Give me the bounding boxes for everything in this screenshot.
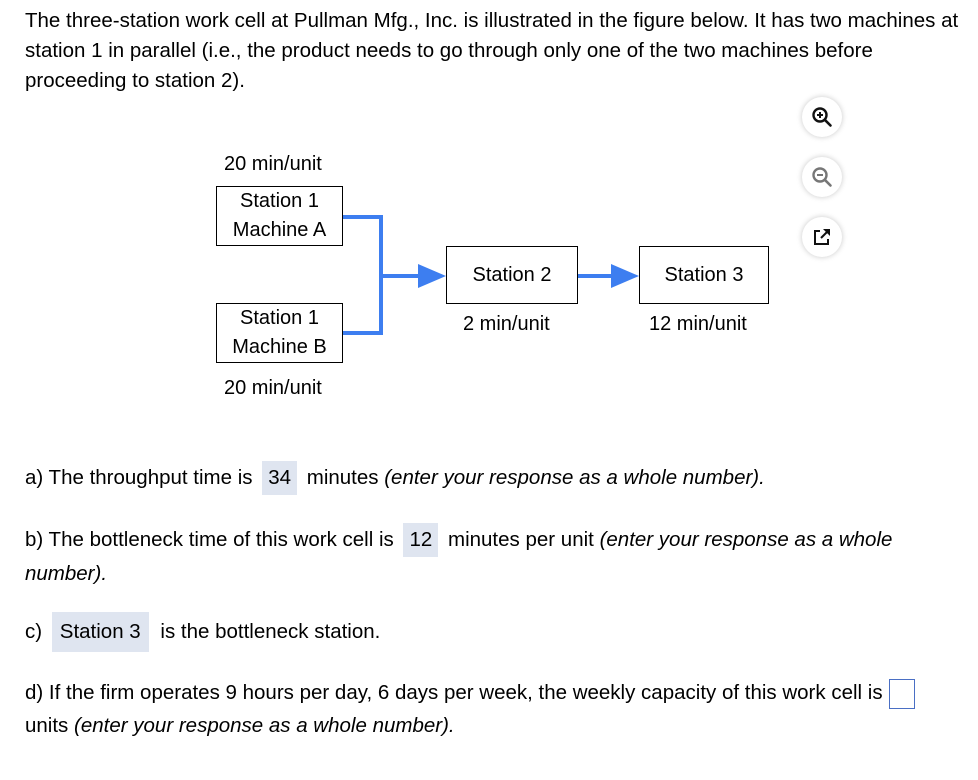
- question-c-prefix: c): [25, 620, 43, 643]
- zoom-out-icon: [812, 167, 832, 187]
- question-a: a) The throughput time is 34 minutes (en…: [25, 461, 955, 495]
- question-d: d) If the firm operates 9 hours per day,…: [25, 676, 955, 742]
- question-c-answer[interactable]: Station 3: [51, 612, 149, 652]
- question-b-answer[interactable]: 12: [403, 523, 439, 557]
- question-a-suffix: minutes: [306, 466, 379, 489]
- question-b: b) The bottleneck time of this work cell…: [25, 523, 955, 590]
- weekly-capacity-input[interactable]: [888, 678, 915, 709]
- question-d-hint: (enter your response as a whole number).: [74, 714, 455, 737]
- arrowhead-to-station3: [611, 264, 639, 288]
- open-external-icon: [814, 229, 830, 245]
- zoom-in-icon: [812, 107, 832, 127]
- machine-a-connector: [343, 215, 383, 335]
- work-cell-figure: 20 min/unit Station 1 Machine A Station …: [0, 0, 978, 420]
- zoom-out-button[interactable]: [802, 157, 842, 197]
- question-d-prefix: d) If the firm operates 9 hours per day,…: [25, 681, 883, 704]
- open-external-button[interactable]: [802, 217, 842, 257]
- question-a-answer[interactable]: 34: [262, 461, 298, 495]
- question-d-suffix: units: [25, 714, 69, 737]
- question-a-prefix: a) The throughput time is: [25, 466, 253, 489]
- question-c-suffix: is the bottleneck station.: [160, 620, 381, 643]
- question-a-hint: (enter your response as a whole number).: [384, 466, 765, 489]
- question-b-suffix: minutes per unit: [448, 528, 594, 551]
- question-b-prefix: b) The bottleneck time of this work cell…: [25, 528, 394, 551]
- arrowhead-to-station2: [418, 264, 446, 288]
- flow-connectors: [343, 215, 639, 335]
- zoom-in-button[interactable]: [802, 97, 842, 137]
- question-c: c) Station 3 is the bottleneck station.: [25, 612, 955, 652]
